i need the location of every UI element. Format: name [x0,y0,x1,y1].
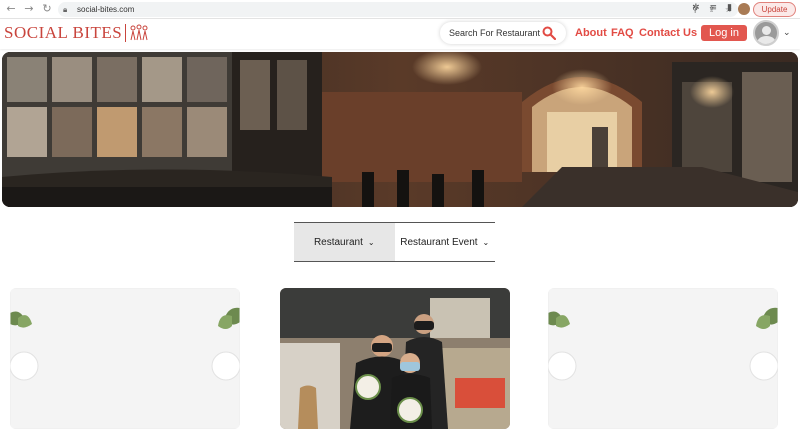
user-avatar[interactable] [753,20,779,46]
lock-icon: 🔒︎ [63,4,68,14]
forward-arrow-icon[interactable]: → [22,2,36,16]
nav-contact-link[interactable]: Contact Us [639,27,697,39]
address-url: social-bites.com [77,5,135,14]
people-logo-icon [130,24,148,41]
search-placeholder: Search For Restaurant [449,28,541,38]
chevron-down-icon: ⌄ [367,237,375,247]
restaurant-card[interactable] [10,288,240,429]
login-button[interactable]: Log in [701,25,747,41]
restaurant-interior-illustration [2,52,798,207]
extensions-puzzle-icon[interactable]: ✲ [692,3,700,13]
tab-restaurant-event[interactable]: Restaurant Event ⌄ [395,223,496,261]
hero-restaurant-image [2,52,798,207]
nav-faq-link[interactable]: FAQ [611,27,634,39]
chevron-down-icon: ⌄ [482,237,490,247]
tab-restaurant-label: Restaurant [313,236,363,248]
restaurant-card[interactable] [548,288,778,429]
restaurant-search-input[interactable]: Search For Restaurant [440,22,566,44]
search-icon[interactable] [542,26,556,40]
browser-toolbar: ← → ↻ 🔒︎ social-bites.com ⚲ ⇪ ☆ ✲ ≡ ▮ Up… [0,0,800,19]
site-logo[interactable]: SOCIAL BITES [4,23,149,43]
profile-avatar-icon[interactable] [738,3,750,15]
placeholder-plants-image [548,288,778,429]
restaurant-staff-photo [280,288,510,429]
update-button[interactable]: Update [753,2,796,17]
category-tabs: Restaurant ⌄ Restaurant Event ⌄ [294,222,495,262]
media-icon[interactable]: ≡ [710,3,718,13]
reload-icon[interactable]: ↻ [40,2,54,16]
logo-text: SOCIAL BITES [4,23,123,42]
tab-restaurant[interactable]: Restaurant ⌄ [294,223,395,261]
logo-divider [125,24,127,42]
sidebar-icon[interactable]: ▮ [727,3,732,13]
restaurant-card[interactable] [280,288,510,429]
placeholder-plants-image [10,288,240,429]
tab-restaurant-event-label: Restaurant Event [400,236,478,248]
back-arrow-icon[interactable]: ← [4,2,18,16]
avatar-body [757,36,776,44]
nav-about-link[interactable]: About [575,27,607,39]
site-header: SOCIAL BITES Search For Restaurant About… [0,19,800,49]
address-bar[interactable]: 🔒︎ social-bites.com ⚲ ⇪ ☆ [58,2,738,17]
chevron-down-icon[interactable]: ⌄ [783,28,791,38]
avatar-head [762,26,771,35]
